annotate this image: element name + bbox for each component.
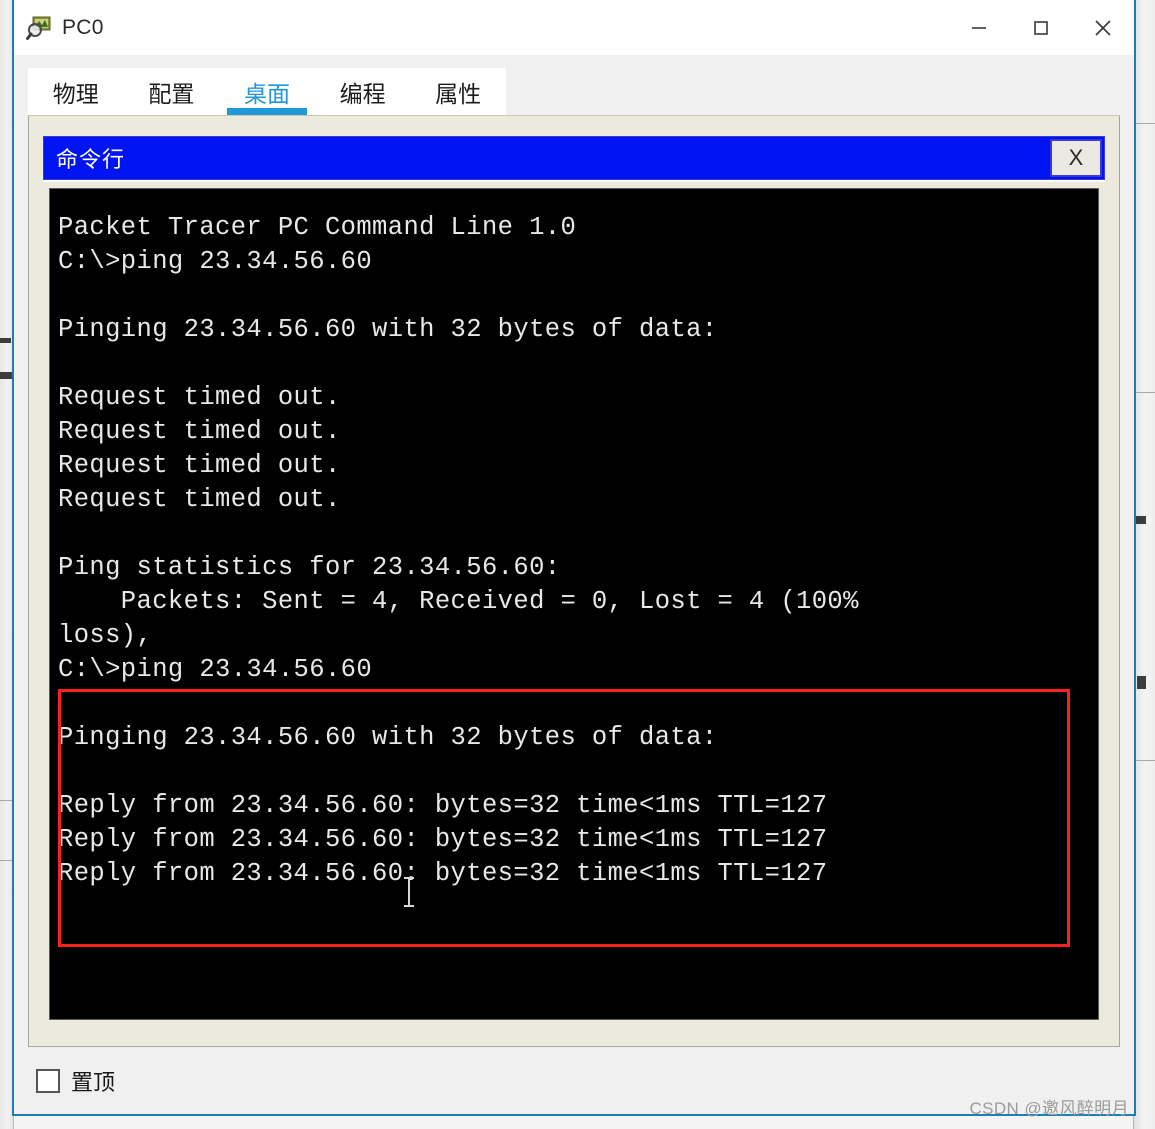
checkbox-box-icon[interactable]	[36, 1068, 60, 1093]
terminal-line: Packets: Sent = 4, Received = 0, Lost = …	[58, 587, 859, 616]
background-marker	[0, 338, 11, 343]
window-title: PC0	[62, 15, 104, 39]
terminal-line: Request timed out.	[58, 417, 341, 446]
command-line-window: 命令行 X Packet Tracer PC Command Line 1.0 …	[43, 136, 1105, 1028]
background-marker	[0, 372, 12, 379]
tabstrip: 物理 配置 桌面 编程 属性	[28, 68, 506, 115]
window-footer: 置顶	[14, 1047, 1134, 1114]
text-cursor-icon	[404, 877, 414, 907]
terminal-line: Packet Tracer PC Command Line 1.0	[58, 213, 577, 242]
command-line-close-button[interactable]: X	[1050, 139, 1102, 177]
packet-tracer-pc-icon	[26, 15, 52, 41]
tab-config[interactable]: 配置	[124, 68, 220, 115]
maximize-button[interactable]	[1010, 0, 1072, 55]
background-app-right-panel	[1133, 0, 1155, 1129]
background-divider	[1133, 760, 1155, 761]
terminal-line: Request timed out.	[58, 451, 341, 480]
terminal-line: Reply from 23.34.56.60: bytes=32 time<1m…	[58, 825, 828, 854]
terminal-line: Reply from 23.34.56.60: bytes=32 time<1m…	[58, 791, 828, 820]
window-titlebar[interactable]: PC0	[14, 0, 1134, 55]
watermark: CSDN @邀风醉明月	[969, 1099, 1129, 1118]
background-marker	[1137, 676, 1146, 689]
terminal-line: Request timed out.	[58, 485, 341, 514]
background-divider	[1133, 123, 1155, 124]
tabstrip-container: 物理 配置 桌面 编程 属性	[14, 55, 1134, 115]
terminal-line: C:\>ping 23.34.56.60	[58, 655, 373, 684]
terminal-line: Request timed out.	[58, 383, 341, 412]
background-divider	[1133, 392, 1155, 393]
tab-desktop[interactable]: 桌面	[219, 68, 315, 115]
command-line-titlebar[interactable]: 命令行 X	[43, 136, 1105, 180]
window-controls	[948, 0, 1134, 55]
terminal-line: Reply from 23.34.56.60: bytes=32 time<1m…	[58, 859, 828, 888]
desktop-pane: 命令行 X Packet Tracer PC Command Line 1.0 …	[28, 115, 1120, 1047]
terminal-line: Pinging 23.34.56.60 with 32 bytes of dat…	[58, 723, 718, 752]
command-line-title: 命令行	[56, 147, 126, 172]
minimize-button[interactable]	[948, 0, 1010, 55]
terminal-output[interactable]: Packet Tracer PC Command Line 1.0 C:\>pi…	[49, 188, 1099, 1020]
tab-programming[interactable]: 编程	[315, 68, 411, 115]
always-on-top-checkbox[interactable]: 置顶	[36, 1065, 115, 1097]
tab-physical[interactable]: 物理	[28, 68, 124, 115]
terminal-line: Pinging 23.34.56.60 with 32 bytes of dat…	[58, 315, 718, 344]
tab-attributes[interactable]: 属性	[410, 68, 506, 115]
terminal-line: Ping statistics for 23.34.56.60:	[58, 553, 561, 582]
close-button[interactable]	[1072, 0, 1134, 55]
terminal-line: C:\>ping 23.34.56.60	[58, 247, 373, 276]
terminal-frame: Packet Tracer PC Command Line 1.0 C:\>pi…	[43, 180, 1105, 1028]
terminal-line: loss),	[58, 621, 153, 650]
pc0-window: PC0 物理 配置 桌面 编程 属性 命令行 X Packet Tracer P…	[12, 0, 1136, 1116]
always-on-top-label: 置顶	[71, 1069, 116, 1095]
